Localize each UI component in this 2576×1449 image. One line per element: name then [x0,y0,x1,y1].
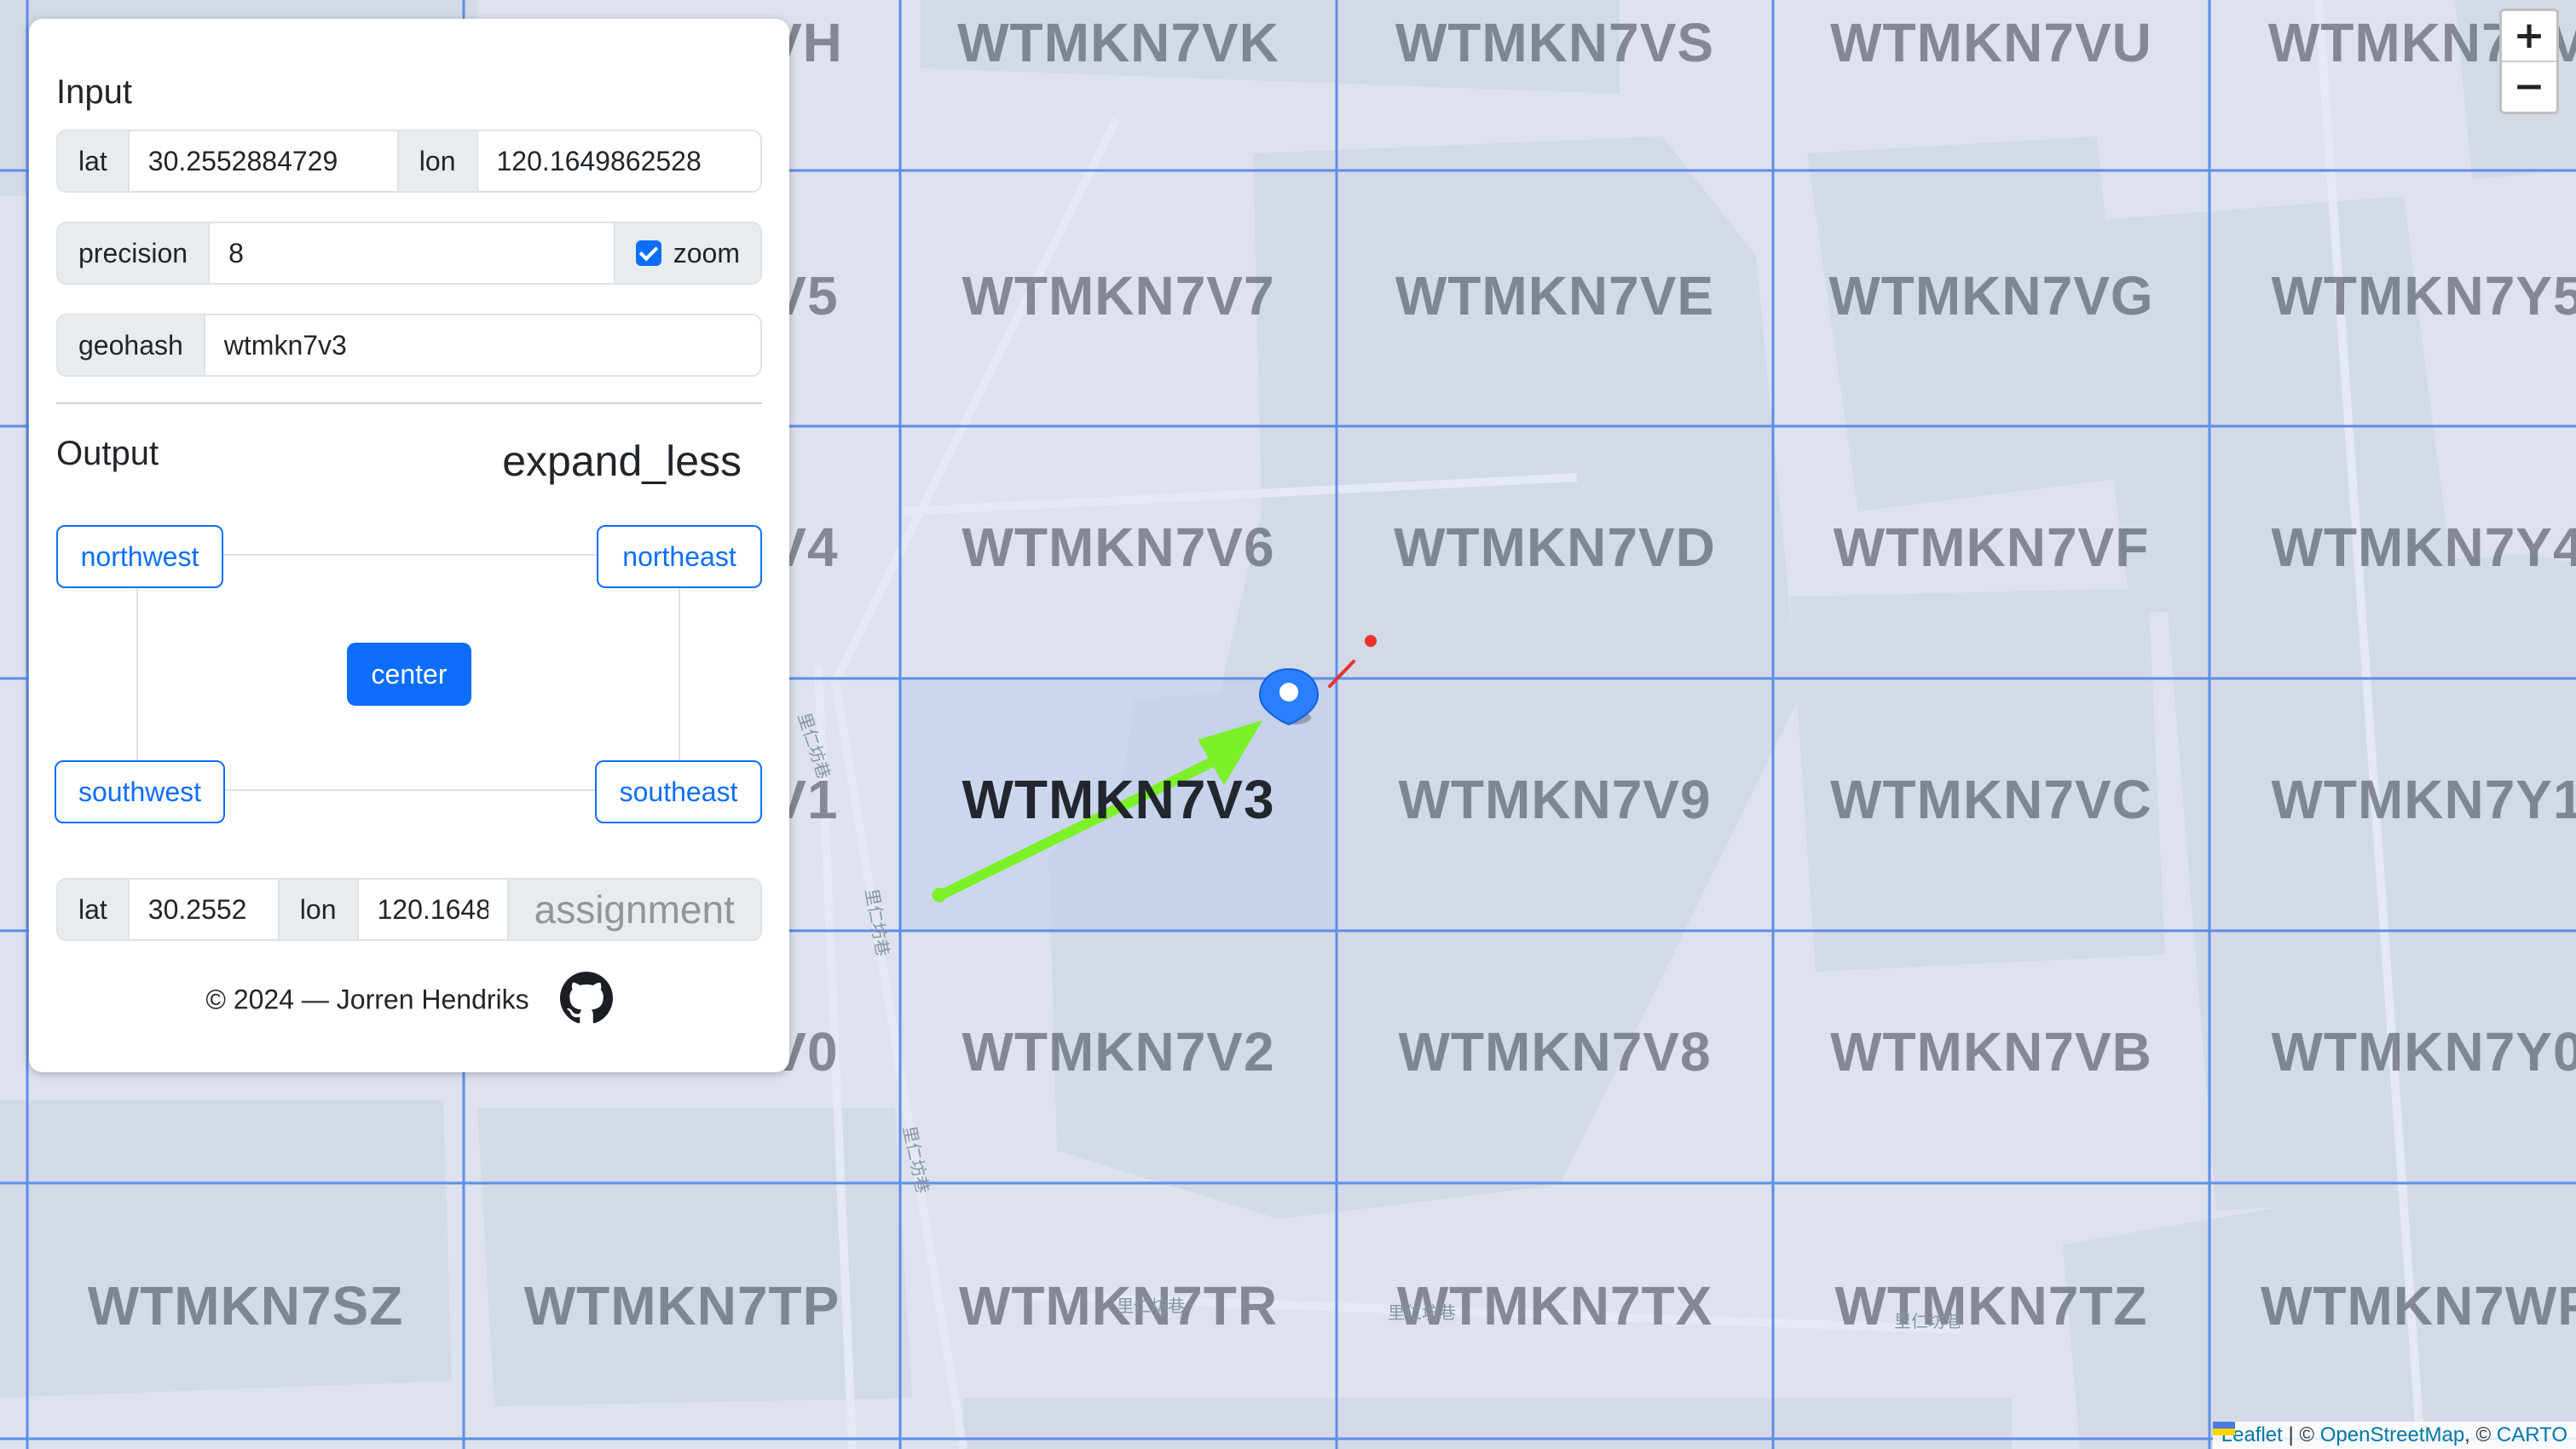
section-divider [56,402,762,404]
connector-line [223,554,631,556]
connector-line [679,588,680,777]
street-label: 里仁坊巷 [1388,1302,1456,1323]
zoom-out-button[interactable]: − [2502,61,2556,112]
footer: © 2024 — Jorren Hendriks [29,972,789,1031]
geohash-cell-label: WTMKN7VE [1395,265,1715,326]
zoom-in-button[interactable]: + [2502,11,2556,61]
geohash-cell-label: WTMKN7VF [1833,517,2150,578]
carto-link[interactable]: CARTO [2497,1423,2567,1446]
ukraine-flag-icon [2212,1422,2235,1435]
geohash-cell-label: WTMKN7VS [1395,12,1715,73]
southwest-button[interactable]: southwest [55,760,225,823]
geohash-cell-label: WTMKN7Y1 [2271,769,2576,830]
geohash-cell-label: WTMKN7V2 [962,1021,1275,1082]
geohash-cell-label: WTMKN7Y4 [2271,517,2576,578]
northeast-button[interactable]: northeast [597,525,762,588]
precision-input-group: precision zoom [56,222,762,285]
street-label: 里仁坊巷 [1894,1311,1962,1331]
out-lat-input[interactable] [129,880,278,939]
geohash-cell-label: WTMKN7TZ [1834,1275,2148,1336]
geohash-panel: Input lat lon precision zoom geohash Out… [29,19,789,1072]
zoom-label: zoom [673,237,740,268]
northwest-button[interactable]: northwest [56,525,223,588]
osm-link[interactable]: OpenStreetMap [2320,1423,2464,1446]
precision-input[interactable] [210,223,614,283]
lat-label: lat [58,131,130,191]
geohash-cell-label: WTMKN7SZ [87,1275,404,1336]
out-lon-label: lon [277,880,359,939]
out-lon-input[interactable] [358,880,507,939]
geohash-cell-label: WTMKN7VU [1830,12,2152,73]
output-latlon-group: lat lon assignment [56,878,762,941]
geohash-cell-label: WTMKN7Y0 [2271,1021,2576,1082]
zoom-checkbox[interactable] [635,240,661,266]
geohash-cell-label: WTMKN7VC [1830,769,2152,830]
lon-input[interactable] [477,131,760,191]
geohash-cell-label: WTMKN7Y5 [2271,265,2576,326]
geohash-cell-label: WTMKN7WP [2261,1275,2576,1336]
attribution-sep: , © [2464,1423,2497,1446]
geohash-cell-label: WTMKN7V6 [962,517,1275,578]
geohash-cell-label: WTMKN7VK [957,12,1279,73]
attribution-sep: | © [2282,1423,2320,1446]
geohash-cell-label: WTMKN7V3 [962,769,1275,830]
latlon-input-group: lat lon [56,130,762,193]
zoom-control: + − [2499,9,2559,114]
center-button[interactable]: center [347,643,471,706]
map-attribution: Leaflet | © OpenStreetMap, © CARTO [2212,1422,2576,1449]
geohash-cell-label: WTMKN7V7 [962,265,1275,326]
connector-line [223,789,631,791]
geohash-cell-label: WTMKN7VD [1394,517,1716,578]
geohash-cell-label: WTMKN7V8 [1398,1021,1712,1082]
assignment-icon[interactable]: assignment [506,880,760,939]
southeast-button[interactable]: southeast [595,760,762,823]
lat-input[interactable] [129,131,397,191]
precision-label: precision [58,223,211,283]
expand-less-icon[interactable]: expand_less [502,436,742,486]
copyright-text: © 2024 — Jorren Hendriks [205,984,529,1015]
output-title: Output [56,435,159,472]
out-lat-label: lat [58,880,130,939]
geohash-input[interactable] [205,315,760,375]
geohash-cell-label: WTMKN7VB [1830,1021,2152,1082]
street-label: 里仁坊巷 [1117,1296,1185,1316]
input-title: Input [56,73,132,111]
connector-line [136,588,138,777]
geohash-cell-label: WTMKN7TP [523,1275,840,1336]
geohash-input-group: geohash [56,314,762,377]
geohash-cell-label: WTMKN7VG [1828,265,2154,326]
geohash-label: geohash [58,315,205,375]
github-icon[interactable] [559,972,613,1031]
zoom-toggle[interactable]: zoom [613,223,760,283]
lon-label: lon [396,131,478,191]
geohash-cell-label: WTMKN7V9 [1398,769,1712,830]
